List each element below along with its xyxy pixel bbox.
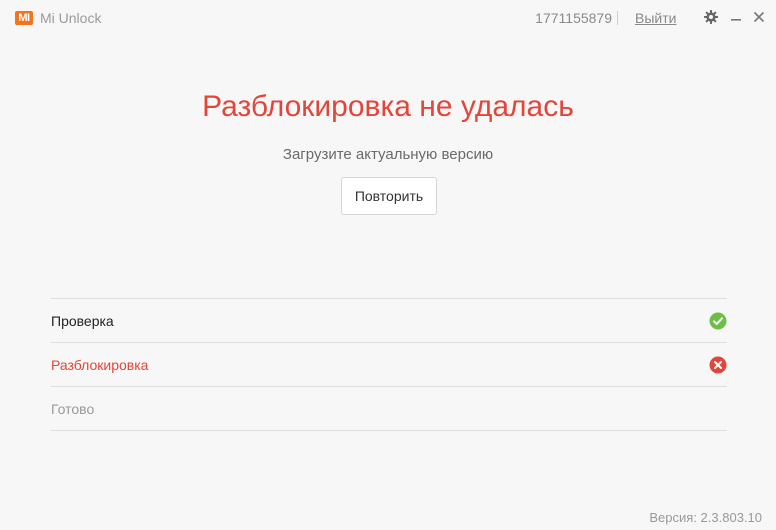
title-bar: MI Mi Unlock 1771155879 Выйти xyxy=(0,0,776,36)
mi-logo-icon: MI xyxy=(15,11,33,25)
step-verification: Проверка xyxy=(51,299,727,343)
step-label: Проверка xyxy=(51,313,114,329)
close-icon[interactable] xyxy=(751,9,767,25)
app-title: Mi Unlock xyxy=(40,10,102,26)
result-headline: Разблокировка не удалась xyxy=(202,90,574,123)
progress-steps: Проверка Разблокировка Готово xyxy=(51,298,727,431)
step-unlocking: Разблокировка xyxy=(51,343,727,387)
step-done: Готово xyxy=(51,387,727,431)
mi-unlock-window: MI Mi Unlock 1771155879 Выйти Разблокиро… xyxy=(0,0,776,530)
gear-icon[interactable] xyxy=(703,9,719,25)
account-id: 1771155879 xyxy=(535,10,612,26)
logout-link[interactable]: Выйти xyxy=(635,10,676,26)
minimize-icon[interactable] xyxy=(728,9,744,25)
version-label: Версия: 2.3.803.10 xyxy=(649,510,762,525)
check-circle-icon xyxy=(709,312,727,330)
error-circle-icon xyxy=(709,356,727,374)
step-label: Готово xyxy=(51,401,95,417)
retry-button[interactable]: Повторить xyxy=(341,177,437,215)
header-divider xyxy=(617,11,618,25)
result-subtitle: Загрузите актуальную версию xyxy=(282,146,494,163)
step-label: Разблокировка xyxy=(51,357,149,373)
